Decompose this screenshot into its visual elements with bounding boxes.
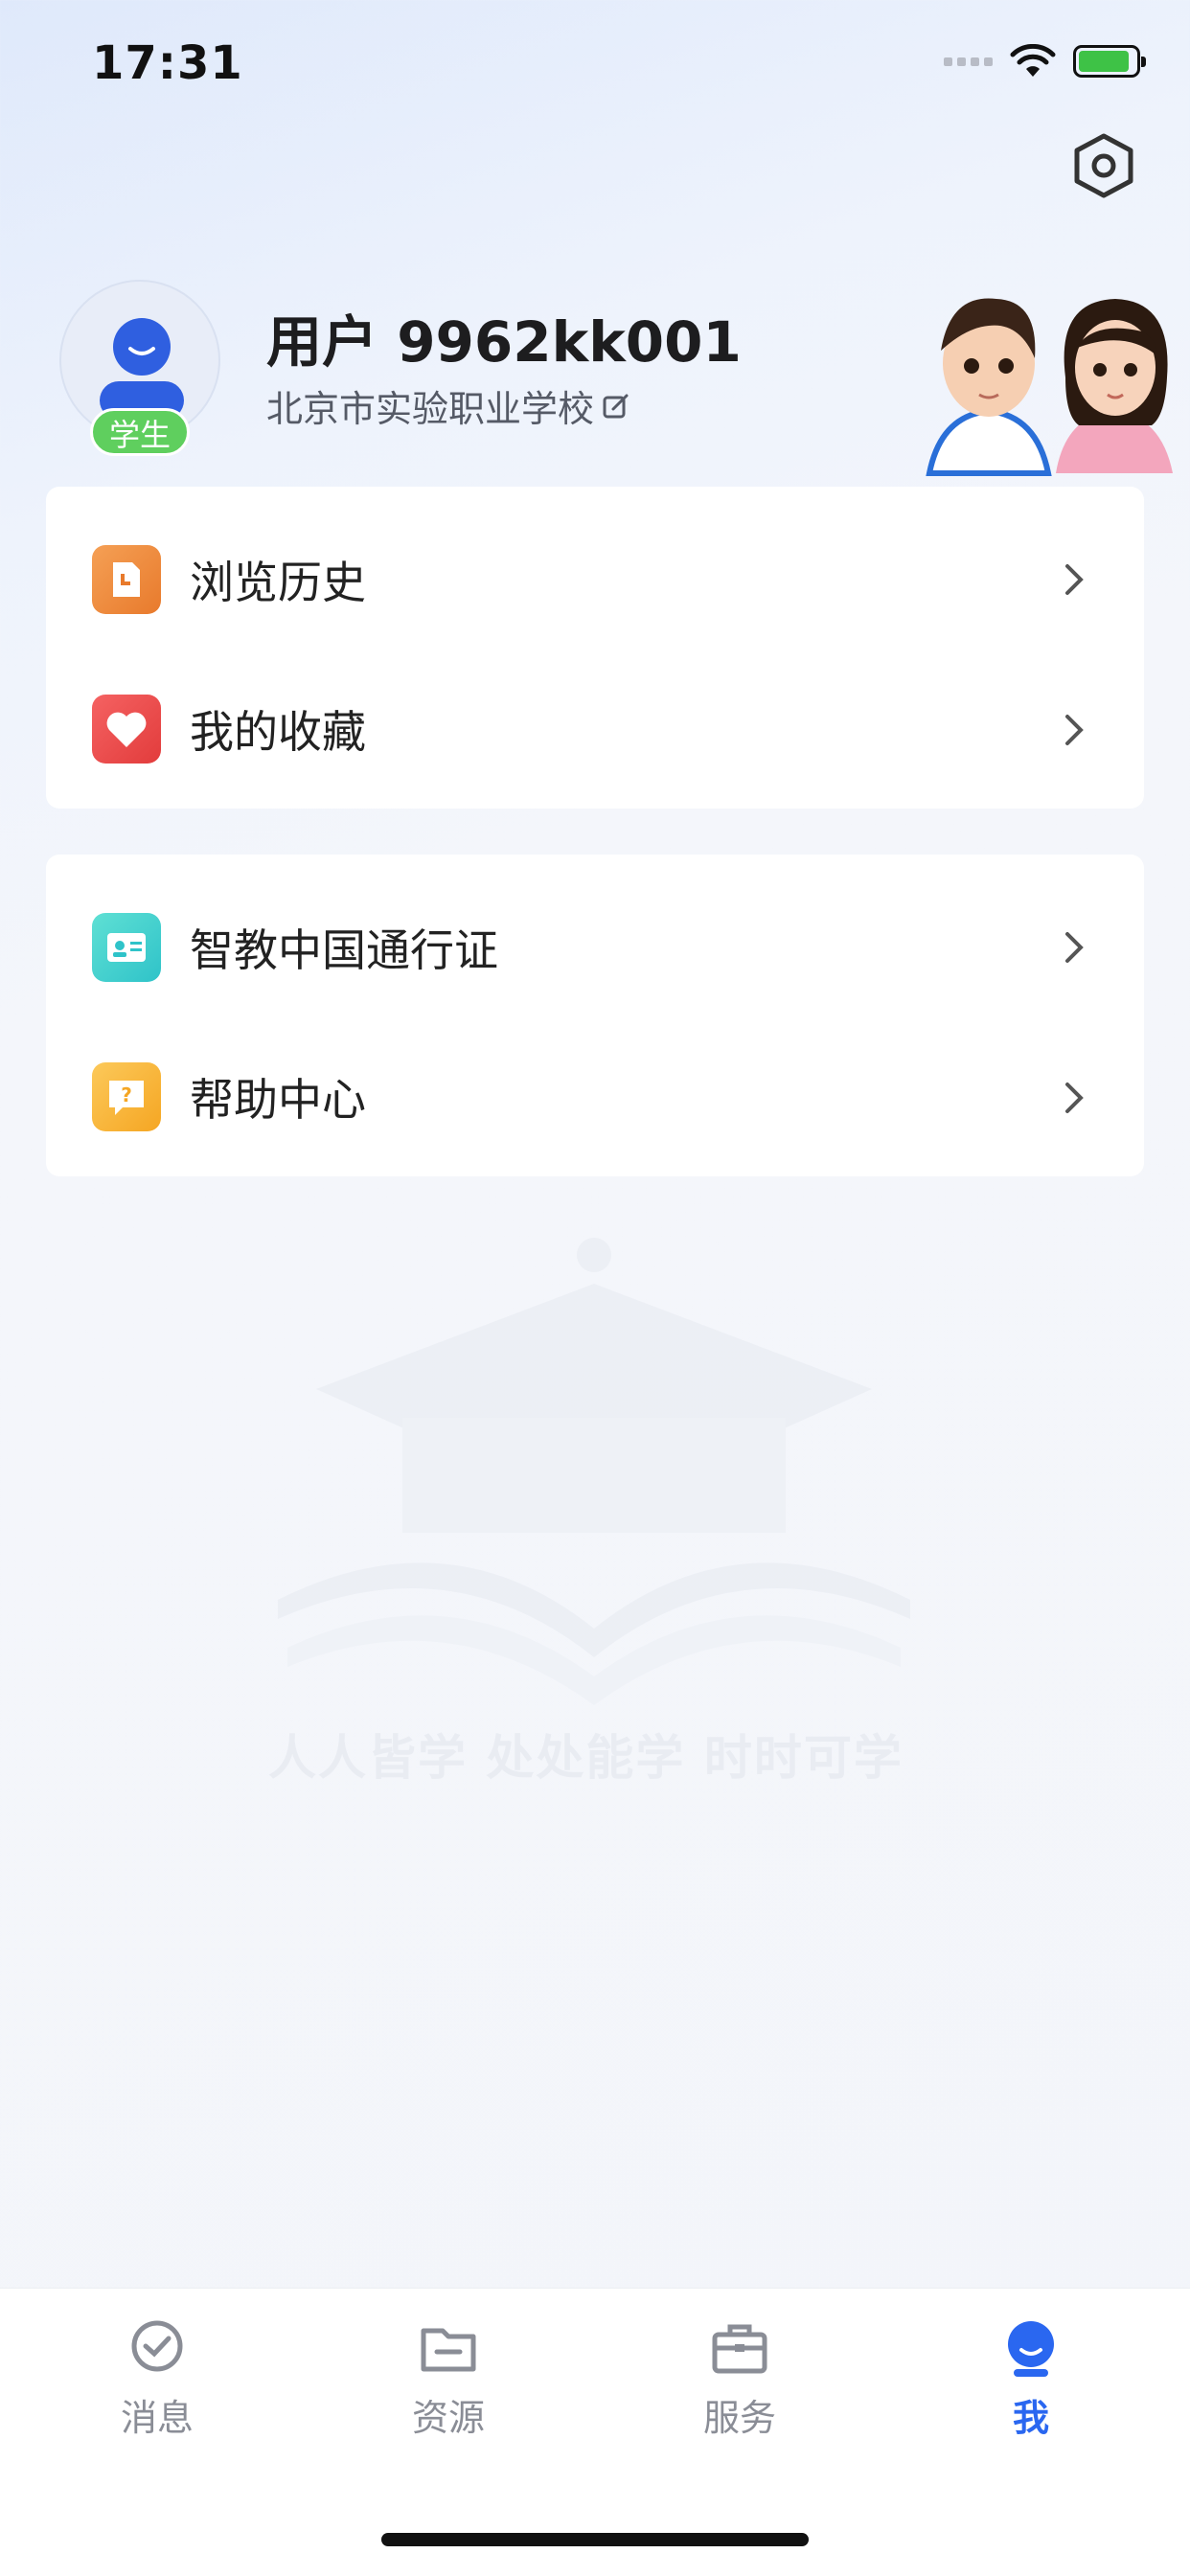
menu-item-label: 浏览历史 [190, 557, 366, 608]
status-icons [944, 44, 1146, 79]
menu-item-passport[interactable]: 智教中国通行证 [46, 895, 1144, 1000]
tab-label: 服务 [702, 2397, 776, 2439]
heart-icon [92, 695, 161, 764]
tab-messages[interactable]: 消息 [80, 2317, 234, 2442]
school-name: 北京市实验职业学校 [266, 388, 595, 430]
chevron-right-icon [1065, 932, 1084, 963]
chevron-right-icon [1065, 715, 1084, 745]
folder-icon [421, 2328, 476, 2372]
menu-item-history[interactable]: 浏览历史 [46, 527, 1144, 632]
battery-level [1079, 51, 1130, 72]
menu-item-favorites[interactable]: 我的收藏 [46, 676, 1144, 782]
settings-icon [1074, 133, 1133, 198]
message-icon [131, 2320, 183, 2372]
id-card-icon [92, 913, 161, 982]
menu-item-help[interactable]: ? 帮助中心 [46, 1044, 1144, 1150]
tab-label: 消息 [120, 2397, 194, 2439]
tab-profile[interactable]: 我 [954, 2317, 1108, 2442]
menu-item-label: 我的收藏 [190, 706, 366, 758]
school-row[interactable]: 北京市实验职业学校 [266, 379, 630, 432]
menu-card-activity: 浏览历史 我的收藏 [46, 487, 1144, 809]
profile-icon [1008, 2321, 1054, 2377]
status-time: 17:31 [92, 36, 243, 90]
user-name: 用户 9962kk001 [266, 309, 742, 375]
chevron-right-icon [1065, 564, 1084, 595]
chevron-right-icon [1065, 1083, 1084, 1113]
signal-icon [944, 57, 993, 66]
menu-card-account: 智教中国通行证 ? 帮助中心 [46, 855, 1144, 1176]
watermark-slogan: 人人皆学 处处能学 时时可学 [268, 1730, 904, 1786]
book-cap-watermark-icon [278, 1238, 910, 1705]
tab-label: 资源 [411, 2397, 485, 2439]
briefcase-icon [712, 2324, 767, 2374]
history-icon [92, 545, 161, 614]
status-bar: 17:31 [0, 0, 1190, 134]
profile-header: 学生 用户 9962kk001 北京市实验职业学校 [59, 280, 1173, 476]
tab-services[interactable]: 服务 [663, 2317, 816, 2442]
tab-resources[interactable]: 资源 [372, 2317, 525, 2442]
menu-item-label: 帮助中心 [190, 1074, 366, 1126]
svg-text:?: ? [121, 1083, 132, 1106]
wifi-icon [1010, 44, 1056, 77]
home-indicator [381, 2533, 809, 2546]
edit-icon[interactable] [602, 392, 630, 421]
battery-icon [1073, 45, 1146, 78]
tab-label: 我 [1012, 2397, 1049, 2439]
student-mascots-illustration [926, 298, 1173, 476]
settings-button[interactable] [1071, 130, 1136, 201]
role-badge: 学生 [90, 408, 190, 456]
menu-item-label: 智教中国通行证 [190, 924, 498, 976]
help-icon: ? [92, 1062, 161, 1131]
